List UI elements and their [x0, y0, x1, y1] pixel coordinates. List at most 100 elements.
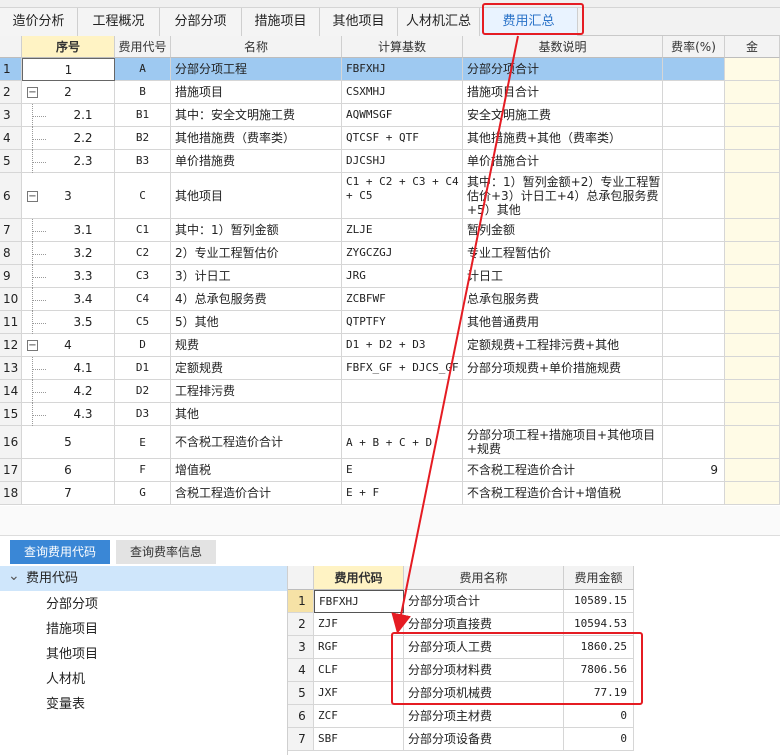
- base-cell[interactable]: D1 + D2 + D3: [342, 334, 463, 357]
- tab-1[interactable]: 造价分析: [0, 8, 78, 36]
- rate-cell[interactable]: [663, 482, 725, 505]
- amount-cell[interactable]: [725, 58, 780, 81]
- desc-cell[interactable]: 暂列金额: [463, 219, 663, 242]
- amount-cell[interactable]: [725, 334, 780, 357]
- row-number[interactable]: 15: [0, 403, 22, 426]
- tree-node-1[interactable]: 分部分项: [46, 592, 276, 617]
- name-cell[interactable]: 其他措施费（费率类）: [171, 127, 342, 150]
- tree-node-5[interactable]: 变量表: [46, 692, 276, 717]
- desc-cell[interactable]: 总承包服务费: [463, 288, 663, 311]
- seq-cell[interactable]: 5: [22, 426, 115, 459]
- row-number[interactable]: 16: [0, 426, 22, 459]
- row-number[interactable]: 14: [0, 380, 22, 403]
- name-cell[interactable]: 4）总承包服务费: [171, 288, 342, 311]
- row-number[interactable]: 9: [0, 265, 22, 288]
- code-table-header[interactable]: 费用名称: [404, 566, 564, 590]
- desc-cell[interactable]: 不含税工程造价合计: [463, 459, 663, 482]
- base-cell[interactable]: DJCSHJ: [342, 150, 463, 173]
- code-row-number[interactable]: 2: [288, 613, 314, 636]
- desc-cell[interactable]: 其中：1）暂列金额+2）专业工程暂估价+3）计日工+4）总承包服务费+5）其他: [463, 173, 663, 219]
- collapse-toggle-icon[interactable]: −: [27, 191, 38, 202]
- rate-cell[interactable]: [663, 58, 725, 81]
- base-cell[interactable]: [342, 403, 463, 426]
- amount-cell[interactable]: [725, 380, 780, 403]
- code-cell[interactable]: C2: [115, 242, 171, 265]
- amount-cell[interactable]: [725, 265, 780, 288]
- amount-cell[interactable]: [725, 219, 780, 242]
- name-cell[interactable]: 单价措施费: [171, 150, 342, 173]
- name-cell[interactable]: 其他项目: [171, 173, 342, 219]
- code-cell[interactable]: D2: [115, 380, 171, 403]
- name-cell[interactable]: 规费: [171, 334, 342, 357]
- name-cell[interactable]: 定额规费: [171, 357, 342, 380]
- column-header[interactable]: 费用代号: [115, 36, 171, 58]
- name-cell[interactable]: 5）其他: [171, 311, 342, 334]
- code-cell[interactable]: FBFXHJ: [314, 590, 404, 613]
- name-cell[interactable]: 其中：1）暂列金额: [171, 219, 342, 242]
- rate-cell[interactable]: [663, 426, 725, 459]
- name-cell[interactable]: 增值税: [171, 459, 342, 482]
- desc-cell[interactable]: 安全文明施工费: [463, 104, 663, 127]
- code-row-number[interactable]: 5: [288, 682, 314, 705]
- code-cell[interactable]: D3: [115, 403, 171, 426]
- rate-cell[interactable]: [663, 104, 725, 127]
- code-cell[interactable]: F: [115, 459, 171, 482]
- desc-cell[interactable]: 单价措施合计: [463, 150, 663, 173]
- code-cell[interactable]: C3: [115, 265, 171, 288]
- amount-cell[interactable]: [725, 403, 780, 426]
- code-cell[interactable]: ZJF: [314, 613, 404, 636]
- amount-cell[interactable]: [725, 426, 780, 459]
- collapse-toggle-icon[interactable]: −: [27, 87, 38, 98]
- seq-cell[interactable]: 6: [22, 459, 115, 482]
- code-cell[interactable]: D1: [115, 357, 171, 380]
- row-number[interactable]: 5: [0, 150, 22, 173]
- desc-cell[interactable]: 分部分项工程+措施项目+其他项目+规费: [463, 426, 663, 459]
- chevron-down-icon[interactable]: ⌄: [8, 566, 20, 586]
- row-number[interactable]: 7: [0, 219, 22, 242]
- rate-cell[interactable]: [663, 288, 725, 311]
- fee-amount-cell[interactable]: 77.19: [564, 682, 634, 705]
- row-number[interactable]: 10: [0, 288, 22, 311]
- code-cell[interactable]: C1: [115, 219, 171, 242]
- amount-cell[interactable]: [725, 81, 780, 104]
- row-number[interactable]: 4: [0, 127, 22, 150]
- row-number[interactable]: 17: [0, 459, 22, 482]
- column-header[interactable]: 金: [725, 36, 780, 58]
- fee-name-cell[interactable]: 分部分项主材费: [404, 705, 564, 728]
- fee-amount-cell[interactable]: 1860.25: [564, 636, 634, 659]
- code-cell[interactable]: B3: [115, 150, 171, 173]
- fee-name-cell[interactable]: 分部分项合计: [404, 590, 564, 613]
- seq-cell[interactable]: 1: [22, 58, 115, 81]
- base-cell[interactable]: E: [342, 459, 463, 482]
- code-cell[interactable]: C4: [115, 288, 171, 311]
- fee-amount-cell[interactable]: 10594.53: [564, 613, 634, 636]
- row-number[interactable]: 11: [0, 311, 22, 334]
- name-cell[interactable]: 工程排污费: [171, 380, 342, 403]
- tab-6[interactable]: 人材机汇总: [398, 8, 480, 36]
- desc-cell[interactable]: 其他普通费用: [463, 311, 663, 334]
- base-cell[interactable]: [342, 380, 463, 403]
- code-cell[interactable]: JXF: [314, 682, 404, 705]
- code-cell[interactable]: C5: [115, 311, 171, 334]
- amount-cell[interactable]: [725, 104, 780, 127]
- code-cell[interactable]: E: [115, 426, 171, 459]
- rate-cell[interactable]: [663, 357, 725, 380]
- amount-cell[interactable]: [725, 311, 780, 334]
- column-header[interactable]: 计算基数: [342, 36, 463, 58]
- row-number[interactable]: 2: [0, 81, 22, 104]
- base-cell[interactable]: E + F: [342, 482, 463, 505]
- amount-cell[interactable]: [725, 242, 780, 265]
- code-row-number[interactable]: 4: [288, 659, 314, 682]
- base-cell[interactable]: ZLJE: [342, 219, 463, 242]
- name-cell[interactable]: 不含税工程造价合计: [171, 426, 342, 459]
- desc-cell[interactable]: 措施项目合计: [463, 81, 663, 104]
- base-cell[interactable]: A + B + C + D: [342, 426, 463, 459]
- base-cell[interactable]: QTCSF + QTF: [342, 127, 463, 150]
- fee-name-cell[interactable]: 分部分项材料费: [404, 659, 564, 682]
- code-row-number[interactable]: 6: [288, 705, 314, 728]
- seq-cell[interactable]: 7: [22, 482, 115, 505]
- fee-name-cell[interactable]: 分部分项机械费: [404, 682, 564, 705]
- column-header[interactable]: 费率(%): [663, 36, 725, 58]
- amount-cell[interactable]: [725, 482, 780, 505]
- name-cell[interactable]: 含税工程造价合计: [171, 482, 342, 505]
